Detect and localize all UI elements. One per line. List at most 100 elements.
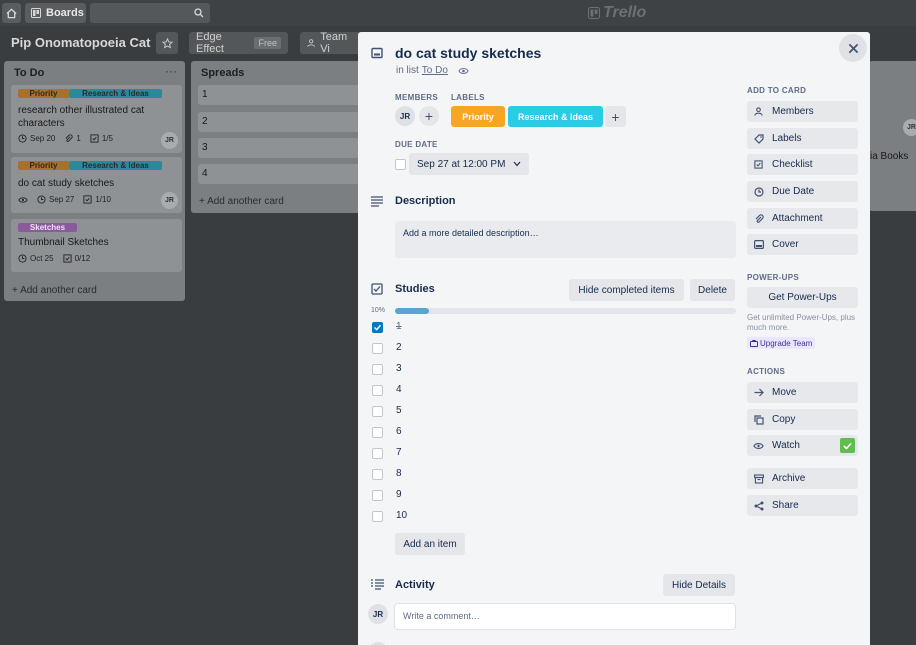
due-complete-checkbox[interactable] bbox=[395, 159, 406, 170]
team-label: Team Vi bbox=[320, 32, 348, 54]
activity-title: Activity bbox=[395, 579, 435, 591]
list-item[interactable]: 4 bbox=[198, 164, 369, 184]
list-item[interactable]: 1 bbox=[198, 85, 369, 105]
checklist-item-checkbox[interactable] bbox=[372, 322, 383, 333]
due-date-sidebar-button[interactable]: Due Date bbox=[747, 181, 858, 202]
card-title-partial[interactable]: ia Books bbox=[870, 151, 908, 162]
home-button[interactable] bbox=[2, 3, 21, 23]
checklist-icon bbox=[83, 195, 92, 204]
add-member-button[interactable]: + bbox=[419, 106, 439, 126]
due-date-button[interactable]: Sep 27 at 12:00 PM bbox=[409, 153, 530, 175]
checklist-item-label[interactable]: 1 bbox=[396, 321, 402, 332]
attachment-button[interactable]: Attachment bbox=[747, 208, 858, 229]
checklist-icon bbox=[371, 283, 383, 295]
checklist-item-checkbox[interactable] bbox=[372, 364, 383, 375]
members-button[interactable]: Members bbox=[747, 101, 858, 122]
checklist-item-label[interactable]: 8 bbox=[396, 468, 402, 479]
checklist-item-checkbox[interactable] bbox=[372, 469, 383, 480]
labels-header: LABELS bbox=[451, 93, 485, 102]
home-icon bbox=[6, 8, 17, 18]
checklist-item-checkbox[interactable] bbox=[372, 406, 383, 417]
due-badge: Sep 20 bbox=[18, 134, 55, 143]
member-avatar[interactable]: JR bbox=[395, 106, 415, 126]
add-label-button[interactable]: + bbox=[605, 106, 626, 127]
boards-label: Boards bbox=[46, 7, 84, 19]
card-label-sketches: Sketches bbox=[18, 223, 77, 232]
list-item[interactable]: 3 bbox=[198, 138, 369, 158]
checklist-item-label[interactable]: 2 bbox=[396, 342, 402, 353]
search-input[interactable] bbox=[90, 3, 210, 23]
move-button[interactable]: Move bbox=[747, 382, 858, 403]
add-card-button[interactable]: + Add another card bbox=[12, 285, 97, 296]
avatar[interactable]: JR bbox=[903, 119, 916, 136]
description-input[interactable]: Add a more detailed description… bbox=[395, 221, 736, 258]
person-icon bbox=[754, 107, 763, 116]
checklist-item-checkbox[interactable] bbox=[372, 427, 383, 438]
edge-effect-button[interactable]: Edge Effect Free bbox=[189, 31, 288, 55]
list-title[interactable]: Spreads bbox=[201, 67, 244, 79]
checklist-title[interactable]: Studies bbox=[395, 283, 435, 295]
label-priority[interactable]: Priority bbox=[451, 106, 505, 127]
board-title[interactable]: Pip Onomatopoeia Cat bbox=[11, 35, 150, 50]
boards-button[interactable]: Boards bbox=[25, 3, 86, 23]
avatar[interactable]: JR bbox=[161, 192, 178, 209]
checklist-button[interactable]: Checklist bbox=[747, 154, 858, 175]
trello-logo-icon bbox=[588, 7, 600, 19]
close-button[interactable] bbox=[839, 34, 867, 62]
add-item-button[interactable]: Add an item bbox=[395, 533, 465, 555]
labels-button[interactable]: Labels bbox=[747, 128, 858, 149]
archive-icon bbox=[753, 473, 764, 484]
eye-icon bbox=[458, 67, 469, 74]
star-button[interactable] bbox=[156, 32, 178, 54]
get-power-ups-button[interactable]: Get Power-Ups bbox=[747, 287, 858, 308]
archive-button[interactable]: Archive bbox=[747, 468, 858, 489]
checklist-item-checkbox[interactable] bbox=[372, 490, 383, 501]
check-icon bbox=[373, 324, 382, 331]
share-icon bbox=[754, 501, 763, 510]
description-title: Description bbox=[395, 195, 456, 207]
card-thumbnails[interactable]: Sketches Thumbnail Sketches Oct 25 0/12 bbox=[11, 219, 182, 272]
share-button[interactable]: Share bbox=[747, 495, 858, 516]
checklist-item-label[interactable]: 10 bbox=[396, 510, 407, 521]
card-cat-study[interactable]: Priority Research & Ideas do cat study s… bbox=[11, 157, 182, 213]
list-menu-icon[interactable]: ··· bbox=[165, 64, 177, 78]
list-item[interactable]: 2 bbox=[198, 112, 369, 132]
checklist-item-label[interactable]: 6 bbox=[396, 426, 402, 437]
checklist-item-checkbox[interactable] bbox=[372, 385, 383, 396]
add-card-button[interactable]: + Add another card bbox=[199, 196, 284, 207]
upgrade-team-link[interactable]: Upgrade Team bbox=[747, 337, 816, 349]
checklist-item-label[interactable]: 5 bbox=[396, 405, 402, 416]
trello-logo[interactable]: Trello bbox=[588, 4, 646, 22]
checklist-item-label[interactable]: 9 bbox=[396, 489, 402, 500]
labels-button-label: Labels bbox=[772, 133, 802, 144]
card-title[interactable]: do cat study sketches bbox=[395, 45, 541, 61]
team-icon bbox=[307, 39, 315, 47]
delete-checklist-button[interactable]: Delete bbox=[690, 279, 735, 301]
checklist-item-checkbox[interactable] bbox=[372, 343, 383, 354]
card-badges: Sep 27 1/10 bbox=[18, 195, 111, 204]
copy-button[interactable]: Copy bbox=[747, 409, 858, 430]
checklist-icon bbox=[90, 134, 99, 143]
checklist-item-checkbox[interactable] bbox=[372, 448, 383, 459]
clock-icon bbox=[753, 186, 764, 197]
checklist-icon bbox=[63, 254, 72, 263]
checklist-item-checkbox[interactable] bbox=[372, 511, 383, 522]
checklist-item-label[interactable]: 3 bbox=[396, 363, 402, 374]
attachment-badge: 1 bbox=[64, 134, 81, 143]
cover-button[interactable]: Cover bbox=[747, 234, 858, 255]
label-research[interactable]: Research & Ideas bbox=[508, 106, 603, 127]
card-label-priority: Priority bbox=[18, 161, 69, 170]
watch-button[interactable]: Watch bbox=[747, 435, 858, 456]
list-title[interactable]: To Do bbox=[14, 67, 44, 79]
list-link[interactable]: To Do bbox=[422, 65, 448, 76]
comment-input[interactable]: Write a comment… bbox=[395, 604, 735, 629]
clock-icon bbox=[18, 254, 27, 263]
card-title: Thumbnail Sketches bbox=[18, 237, 109, 248]
hide-details-button[interactable]: Hide Details bbox=[663, 574, 735, 596]
card-research[interactable]: Priority Research & Ideas research other… bbox=[11, 85, 182, 153]
checklist-item-label[interactable]: 4 bbox=[396, 384, 402, 395]
avatar[interactable]: JR bbox=[161, 132, 178, 149]
checklist-item-label[interactable]: 7 bbox=[396, 447, 402, 458]
hide-completed-button[interactable]: Hide completed items bbox=[569, 279, 684, 301]
team-visible-button[interactable]: Team Vi bbox=[300, 32, 360, 54]
